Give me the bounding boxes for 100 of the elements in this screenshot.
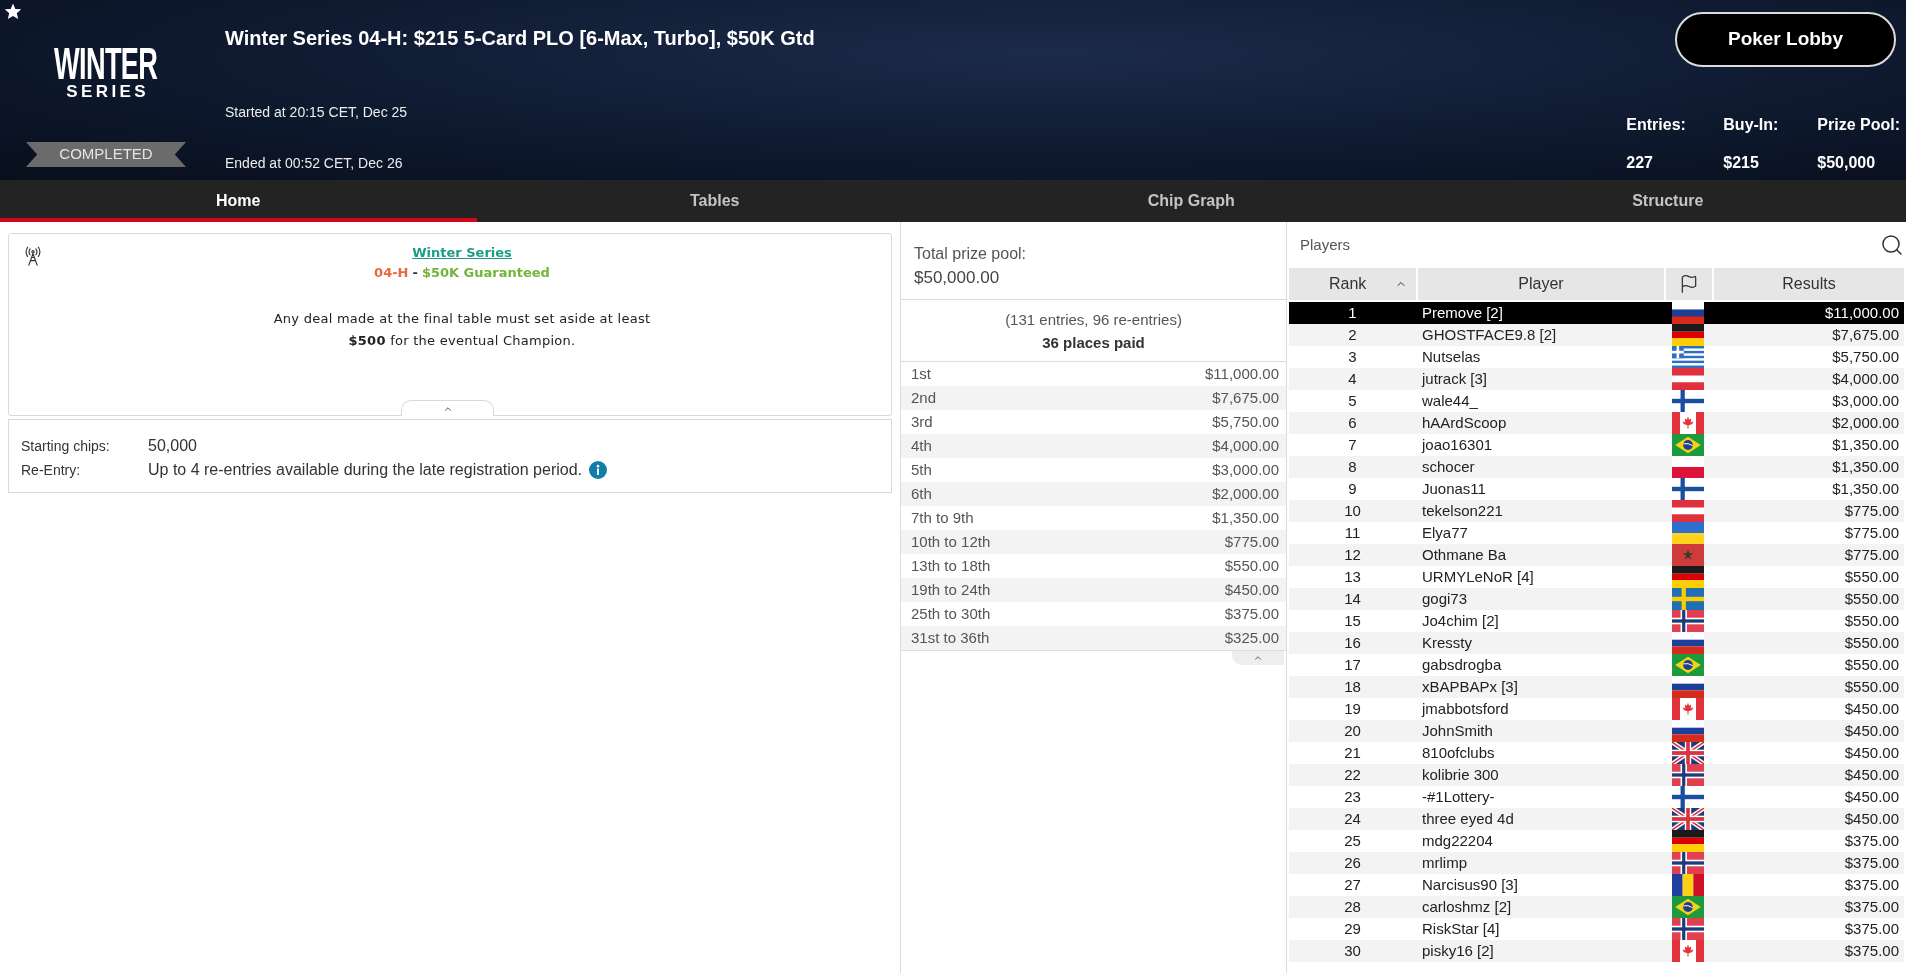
antenna-icon [23,245,43,267]
player-name: Narcisus90 [3] [1421,875,1519,895]
rank-cell-text: 8 [1347,457,1358,477]
rank-cell-text: 1 [1347,303,1358,323]
player-row[interactable]: 2 GHOSTFACE9.8 [2] $7,675.00 [1289,324,1904,346]
poker-lobby-button[interactable]: Poker Lobby [1675,12,1896,67]
player-name: Othmane Ba [1421,545,1508,565]
player-name: Kressty [1421,633,1473,653]
tab[interactable]: Home [0,180,477,222]
rank-cell-text: 14 [1343,589,1362,609]
player-row[interactable]: 1 Premove [2] $11,000.00 [1289,302,1904,324]
column-header[interactable]: Results [1712,268,1904,300]
player-name: kolibrie 300 [1421,765,1500,785]
payout-amount: $775.00 [1224,531,1279,552]
result-cell-text: $550.00 [1843,611,1900,631]
result-cell-text: $375.00 [1843,875,1900,895]
player-row[interactable]: 4 jutrack [3] $4,000.00 [1289,368,1904,390]
entries-note: (131 entries, 96 re-entries) [1005,310,1182,330]
player-row[interactable]: 20 JohnSmith $450.00 [1289,720,1904,742]
tab[interactable]: Tables [476,180,953,222]
player-row[interactable]: 16 Kressty $550.00 [1289,632,1904,654]
payout-amount: $550.00 [1224,555,1279,576]
payout-place: 2nd [911,387,937,408]
payout-place: 5th [911,459,932,480]
flag-icon [1672,368,1704,390]
player-row[interactable]: 8 schocer $1,350.00 [1289,456,1904,478]
result-cell-text: $1,350.00 [1831,435,1900,455]
result-cell-text: $1,350.00 [1831,479,1900,499]
guarantee-text: $50K Guaranteed [421,264,550,282]
player-name: hAArdScoop [1421,413,1508,433]
player-row[interactable]: 6 hAArdScoop $2,000.00 [1289,412,1904,434]
player-row[interactable]: 18 xBAPBAPx [3] $550.00 [1289,676,1904,698]
flag-icon [1672,434,1704,456]
player-name: joao16301 [1420,435,1494,455]
result-cell-text: $375.00 [1843,897,1900,917]
player-row[interactable]: 24 three eyed 4d $450.00 [1289,808,1904,830]
rank-cell-text: 24 [1343,809,1362,829]
payout-amount: $7,675.00 [1212,387,1279,408]
rank-cell-text: 17 [1343,655,1362,675]
flag-icon [1672,786,1704,808]
rank-cell-text: 29 [1343,919,1362,939]
player-name: xBAPBAPx [3] [1421,677,1519,697]
info-icon[interactable] [589,461,608,479]
payout-place: 13th to 18th [911,555,991,576]
rank-cell-text: 7 [1347,435,1358,455]
rank-cell-text: 30 [1343,941,1362,961]
tournament-title: Winter Series 04-H: $215 5-Card PLO [6-Max, Turbo], $50K Gtd [225,26,815,51]
flag-icon [1672,896,1704,918]
payout-amount: $1,350.00 [1212,507,1279,528]
player-row[interactable]: 22 kolibrie 300 $450.00 [1289,764,1904,786]
rank-cell-text: 2 [1347,325,1358,345]
result-cell-text: $550.00 [1843,633,1900,653]
tab[interactable]: Chip Graph [953,180,1430,222]
player-row[interactable]: 28 carloshmz [2] $375.00 [1289,896,1904,918]
search-icon[interactable] [1880,233,1904,257]
result-cell-text: $3,000.00 [1831,391,1900,411]
flag-icon [1672,566,1704,588]
player-name: carloshmz [2] [1421,897,1513,917]
player-name: Jo4chim [2] [1421,611,1500,631]
result-cell-text: $775.00 [1843,545,1900,565]
flag-icon [1672,500,1704,522]
star-icon[interactable] [4,3,22,20]
payout-amount: $5,750.00 [1212,411,1279,432]
flag-icon [1672,852,1704,874]
result-cell-text: $4,000.00 [1831,369,1900,389]
player-row[interactable]: 10 tekelson221 $775.00 [1289,500,1904,522]
result-cell-text: $450.00 [1843,743,1900,763]
player-name: 810ofclubs [1421,743,1496,763]
flag-icon [1672,632,1704,654]
flag-icon [1672,456,1704,478]
rank-cell-text: 13 [1343,567,1362,587]
column-header[interactable]: Player [1416,268,1664,300]
payout-amount: $375.00 [1224,603,1279,624]
column-header[interactable]: Rank [1289,268,1416,300]
flag-icon [1672,764,1704,786]
player-row[interactable]: 14 gogi73 $550.00 [1289,588,1904,610]
detail-label: Re-Entry: [21,460,82,480]
player-row[interactable]: 12 Othmane Ba $775.00 [1289,544,1904,566]
player-name: three eyed 4d [1421,809,1515,829]
player-row[interactable]: 30 pisky16 [2] $375.00 [1289,940,1904,962]
result-cell-text: $2,000.00 [1831,413,1900,433]
logo-subtitle: SERIES [65,83,150,100]
flag-icon [1672,676,1704,698]
stat-label: Entries: [1626,115,1686,135]
player-name: GHOSTFACE9.8 [2] [1421,325,1558,345]
flag-icon [1672,742,1704,764]
flag-icon [1672,544,1704,566]
payout-amount: $4,000.00 [1212,435,1279,456]
tab[interactable]: Structure [1429,180,1906,222]
flag-icon [1672,346,1704,368]
result-cell-text: $450.00 [1843,787,1900,807]
result-cell-text: $450.00 [1843,765,1900,785]
prize-pool-label: Total prize pool: [914,244,1027,264]
player-name: Juonas11 [1421,479,1487,499]
result-cell-text: $550.00 [1843,677,1900,697]
rank-cell-text: 9 [1347,479,1358,499]
payout-place: 3rd [911,411,933,432]
player-name: Elya77 [1421,523,1469,543]
flag-icon [1672,412,1704,434]
player-row[interactable]: 26 mrlimp $375.00 [1289,852,1904,874]
